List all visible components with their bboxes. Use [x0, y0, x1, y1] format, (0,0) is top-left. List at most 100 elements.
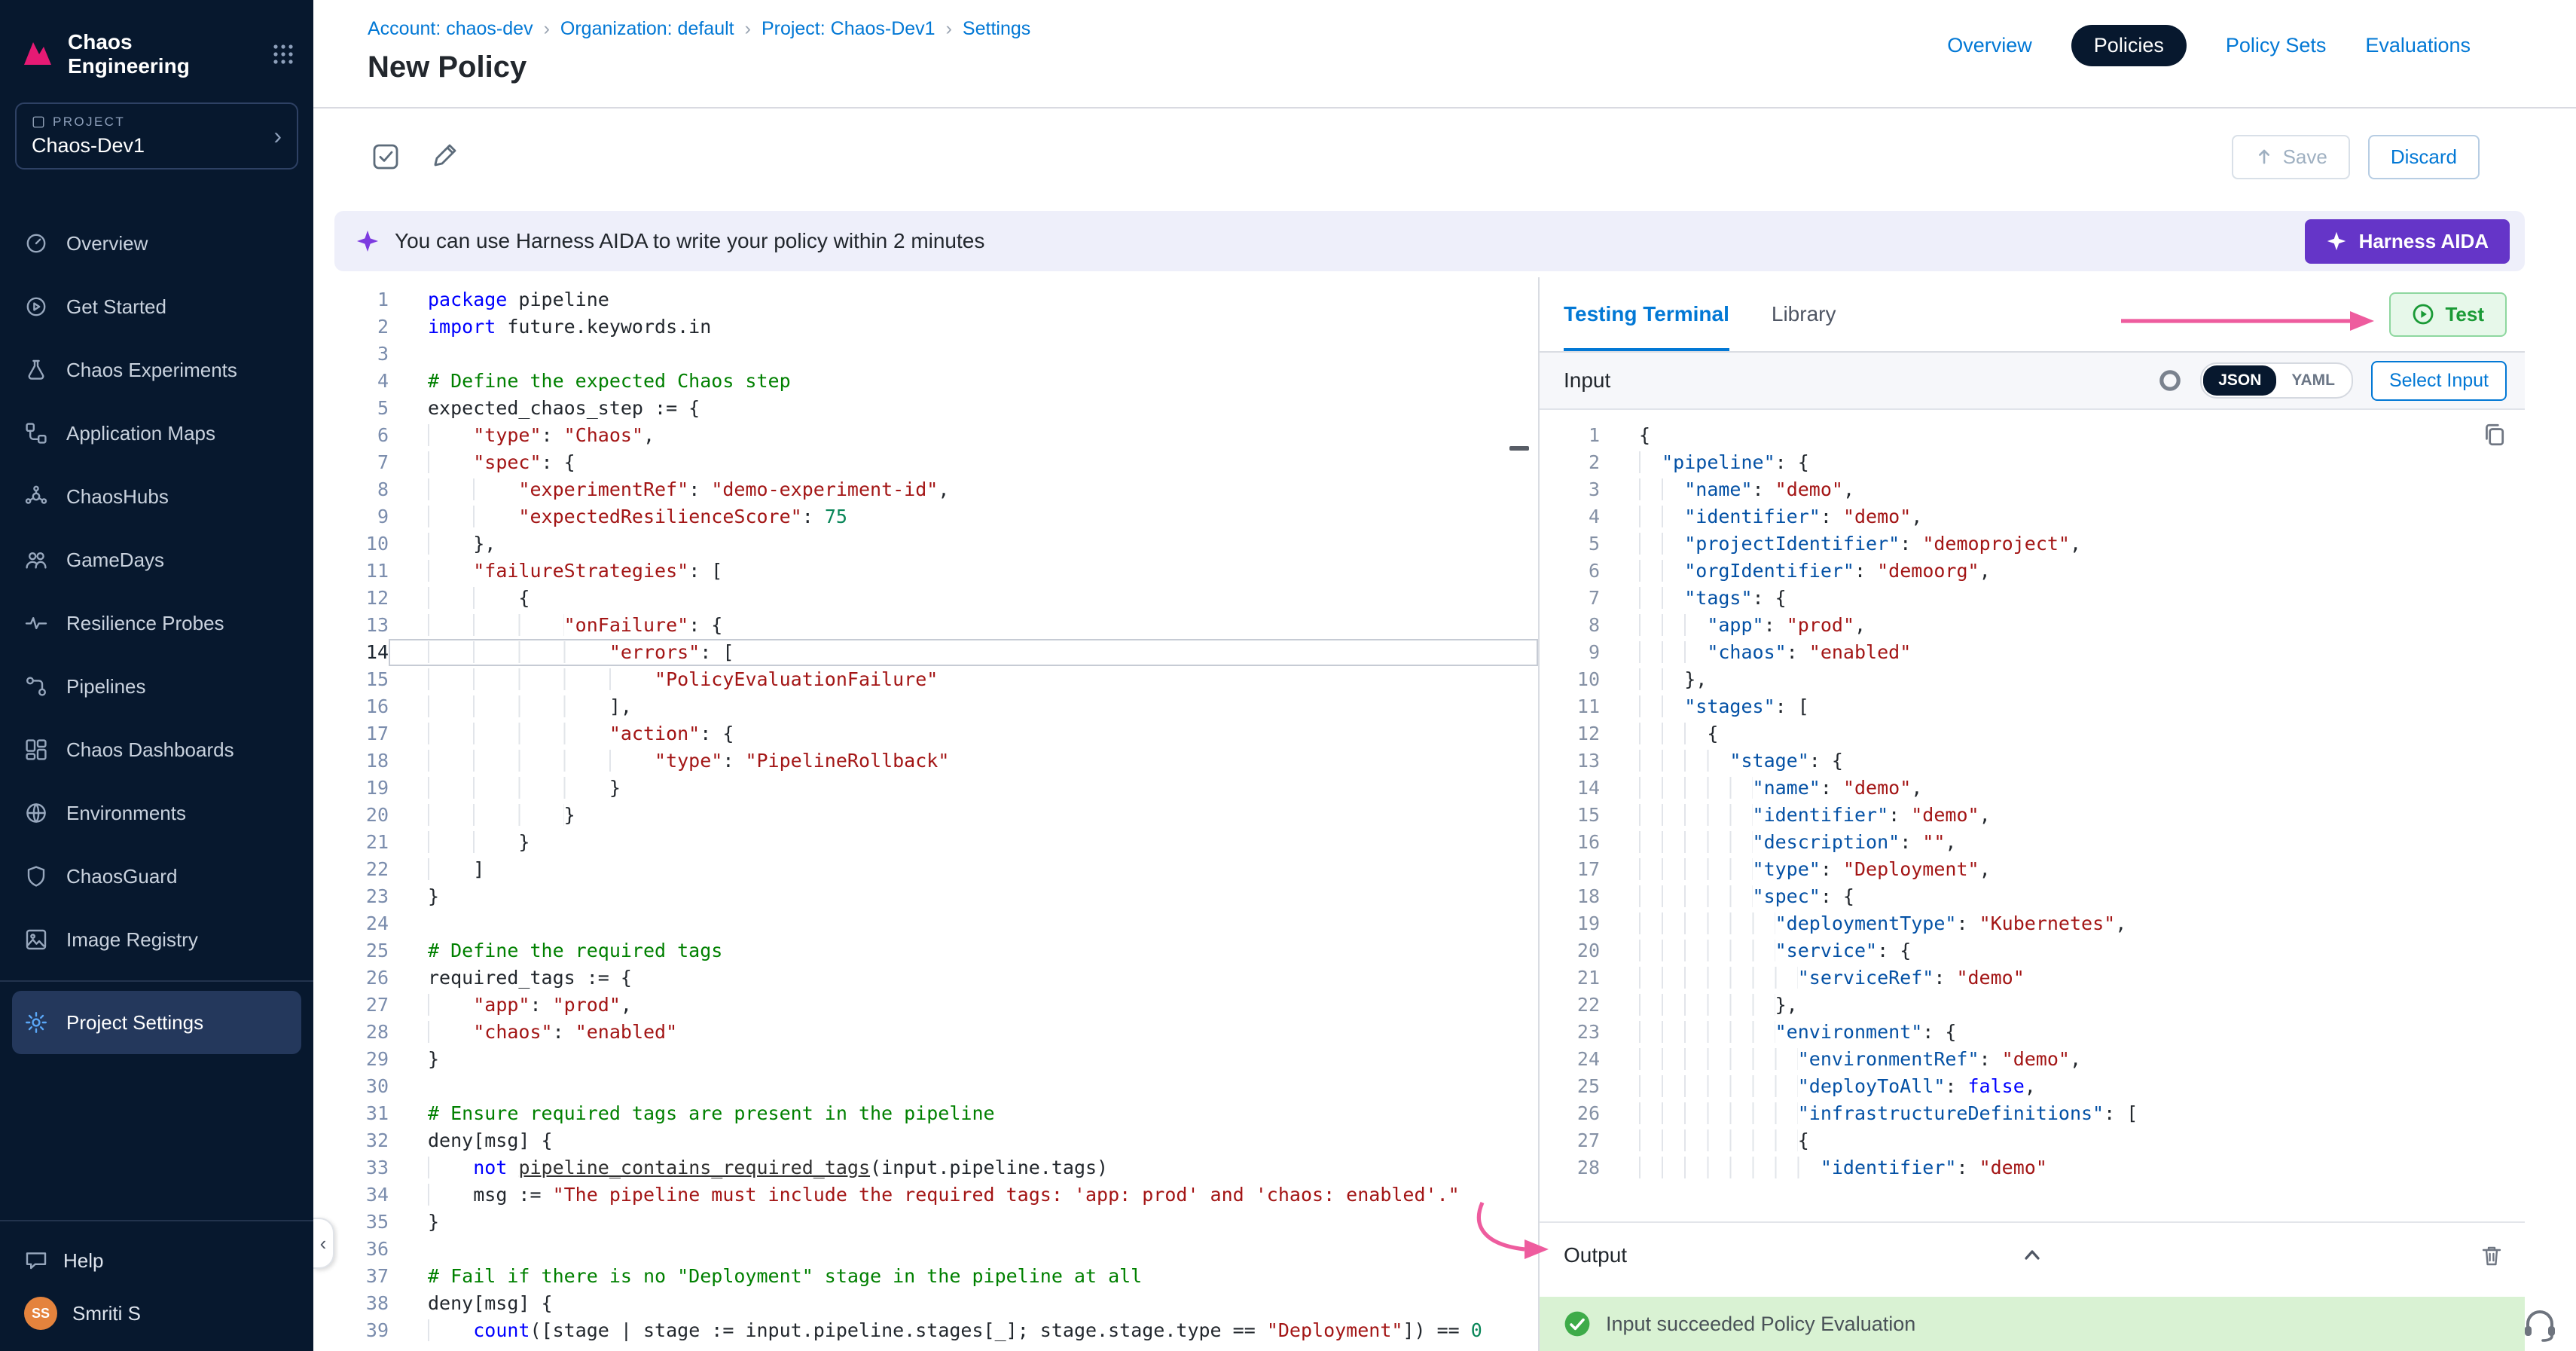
code-line[interactable]: 35} [334, 1209, 1538, 1236]
code-line[interactable]: 20 } [334, 802, 1538, 829]
code-line[interactable]: 17 "action": { [334, 720, 1538, 747]
sidebar-item-project-settings[interactable]: Project Settings [12, 991, 301, 1054]
sidebar-item-chaoshubs[interactable]: ChaosHubs [0, 465, 313, 528]
sidebar-item-pipelines[interactable]: Pipelines [0, 655, 313, 718]
code-line[interactable]: 1package pipeline [334, 286, 1538, 313]
code-line[interactable]: 9 "expectedResilienceScore": 75 [334, 503, 1538, 530]
code-line[interactable]: 14 "name": "demo", [1540, 775, 2525, 802]
code-line[interactable]: 13 "stage": { [1540, 747, 2525, 775]
policy-check-icon[interactable] [371, 142, 401, 172]
code-line[interactable]: 39 count([stage | stage := input.pipelin… [334, 1317, 1538, 1344]
sidebar-item-chaosguard[interactable]: ChaosGuard [0, 845, 313, 908]
input-json-editor[interactable]: 1{2 "pipeline": {3 "name": "demo",4 "ide… [1540, 410, 2525, 1221]
code-line[interactable]: 3 [334, 341, 1538, 368]
code-line[interactable]: 33 not pipeline_contains_required_tags(i… [334, 1154, 1538, 1181]
code-line[interactable]: 21 } [334, 829, 1538, 856]
code-line[interactable]: 6 "orgIdentifier": "demoorg", [1540, 558, 2525, 585]
code-line[interactable]: 23 "environment": { [1540, 1019, 2525, 1046]
code-line[interactable]: 9 "chaos": "enabled" [1540, 639, 2525, 666]
breadcrumb-link-organization-default[interactable]: Organization: default [560, 18, 734, 40]
sidebar-item-overview[interactable]: Overview [0, 212, 313, 275]
code-line[interactable]: 26required_tags := { [334, 964, 1538, 992]
code-line[interactable]: 16 "description": "", [1540, 829, 2525, 856]
code-line[interactable]: 15 "identifier": "demo", [1540, 802, 2525, 829]
help-button[interactable]: Help [0, 1230, 313, 1291]
clear-output-button[interactable] [2480, 1243, 2504, 1267]
code-line[interactable]: 29} [334, 1046, 1538, 1073]
tab-testing-terminal[interactable]: Testing Terminal [1564, 277, 1729, 351]
code-line[interactable]: 23} [334, 883, 1538, 910]
discard-button[interactable]: Discard [2368, 135, 2480, 179]
tab-policies[interactable]: Policies [2071, 25, 2187, 66]
code-line[interactable]: 12 { [1540, 720, 2525, 747]
code-line[interactable]: 11 "failureStrategies": [ [334, 558, 1538, 585]
code-line[interactable]: 3 "name": "demo", [1540, 476, 2525, 503]
code-line[interactable]: 2 "pipeline": { [1540, 449, 2525, 476]
tab-evaluations[interactable]: Evaluations [2365, 34, 2471, 57]
sidebar-item-image-registry[interactable]: Image Registry [0, 908, 313, 971]
code-line[interactable]: 36 [334, 1236, 1538, 1263]
format-option-json[interactable]: JSON [2203, 365, 2276, 396]
collapse-output-button[interactable] [2020, 1243, 2044, 1267]
breadcrumb-link-project-chaos-dev1[interactable]: Project: Chaos-Dev1 [762, 18, 935, 40]
breadcrumb-link-settings[interactable]: Settings [963, 18, 1030, 40]
code-line[interactable]: 16 ], [334, 693, 1538, 720]
sidebar-collapse-handle[interactable]: ‹ [313, 1218, 334, 1269]
code-line[interactable]: 4 "identifier": "demo", [1540, 503, 2525, 530]
test-button[interactable]: Test [2389, 292, 2507, 337]
code-line[interactable]: 5expected_chaos_step := { [334, 395, 1538, 422]
code-line[interactable]: 7 "tags": { [1540, 585, 2525, 612]
code-line[interactable]: 20 "service": { [1540, 937, 2525, 964]
code-line[interactable]: 31# Ensure required tags are present in … [334, 1100, 1538, 1127]
sidebar-item-environments[interactable]: Environments [0, 781, 313, 845]
code-line[interactable]: 27 "app": "prod", [334, 992, 1538, 1019]
code-line[interactable]: 32deny[msg] { [334, 1127, 1538, 1154]
code-line[interactable]: 14 "errors": [ [334, 639, 1538, 666]
save-button[interactable]: Save [2232, 135, 2350, 179]
code-line[interactable]: 10 }, [1540, 666, 2525, 693]
code-line[interactable]: 38deny[msg] { [334, 1290, 1538, 1317]
project-selector[interactable]: PROJECT Chaos-Dev1 › [15, 102, 298, 170]
code-line[interactable]: 11 "stages": [ [1540, 693, 2525, 720]
tab-overview[interactable]: Overview [1947, 34, 2032, 57]
code-line[interactable]: 13 "onFailure": { [334, 612, 1538, 639]
code-line[interactable]: 19 } [334, 775, 1538, 802]
code-line[interactable]: 6 "type": "Chaos", [334, 422, 1538, 449]
code-line[interactable]: 22 ] [334, 856, 1538, 883]
code-line[interactable]: 28 "chaos": "enabled" [334, 1019, 1538, 1046]
harness-aida-button[interactable]: Harness AIDA [2305, 219, 2510, 264]
code-line[interactable]: 37# Fail if there is no "Deployment" sta… [334, 1263, 1538, 1290]
harness-logo[interactable] [21, 38, 54, 71]
sidebar-item-gamedays[interactable]: GameDays [0, 528, 313, 591]
code-line[interactable]: 15 "PolicyEvaluationFailure" [334, 666, 1538, 693]
code-line[interactable]: 12 { [334, 585, 1538, 612]
code-line[interactable]: 2import future.keywords.in [334, 313, 1538, 341]
code-line[interactable]: 18 "spec": { [1540, 883, 2525, 910]
code-line[interactable]: 26 "infrastructureDefinitions": [ [1540, 1100, 2525, 1127]
sidebar-item-application-maps[interactable]: Application Maps [0, 402, 313, 465]
sidebar-item-chaos-dashboards[interactable]: Chaos Dashboards [0, 718, 313, 781]
tab-library[interactable]: Library [1772, 277, 1836, 351]
support-headset-icon[interactable] [2522, 1309, 2558, 1342]
code-line[interactable]: 25# Define the required tags [334, 937, 1538, 964]
code-line[interactable]: 27 { [1540, 1127, 2525, 1154]
code-line[interactable]: 1{ [1540, 422, 2525, 449]
code-line[interactable]: 19 "deploymentType": "Kubernetes", [1540, 910, 2525, 937]
sidebar-item-chaos-experiments[interactable]: Chaos Experiments [0, 338, 313, 402]
code-line[interactable]: 10 }, [334, 530, 1538, 558]
code-line[interactable]: 18 "type": "PipelineRollback" [334, 747, 1538, 775]
sidebar-item-resilience-probes[interactable]: Resilience Probes [0, 591, 313, 655]
code-line[interactable]: 22 }, [1540, 992, 2525, 1019]
tab-policy-sets[interactable]: Policy Sets [2226, 34, 2327, 57]
code-line[interactable]: 28 "identifier": "demo" [1540, 1154, 2525, 1181]
code-line[interactable]: 24 "environmentRef": "demo", [1540, 1046, 2525, 1073]
edit-pencil-icon[interactable] [431, 142, 461, 172]
code-line[interactable]: 7 "spec": { [334, 449, 1538, 476]
code-line[interactable]: 30 [334, 1073, 1538, 1100]
format-option-yaml[interactable]: YAML [2276, 365, 2350, 396]
code-line[interactable]: 21 "serviceRef": "demo" [1540, 964, 2525, 992]
select-input-button[interactable]: Select Input [2371, 361, 2507, 401]
code-line[interactable]: 17 "type": "Deployment", [1540, 856, 2525, 883]
policy-code-editor[interactable]: 1package pipeline2import future.keywords… [334, 277, 1540, 1351]
code-line[interactable]: 5 "projectIdentifier": "demoproject", [1540, 530, 2525, 558]
